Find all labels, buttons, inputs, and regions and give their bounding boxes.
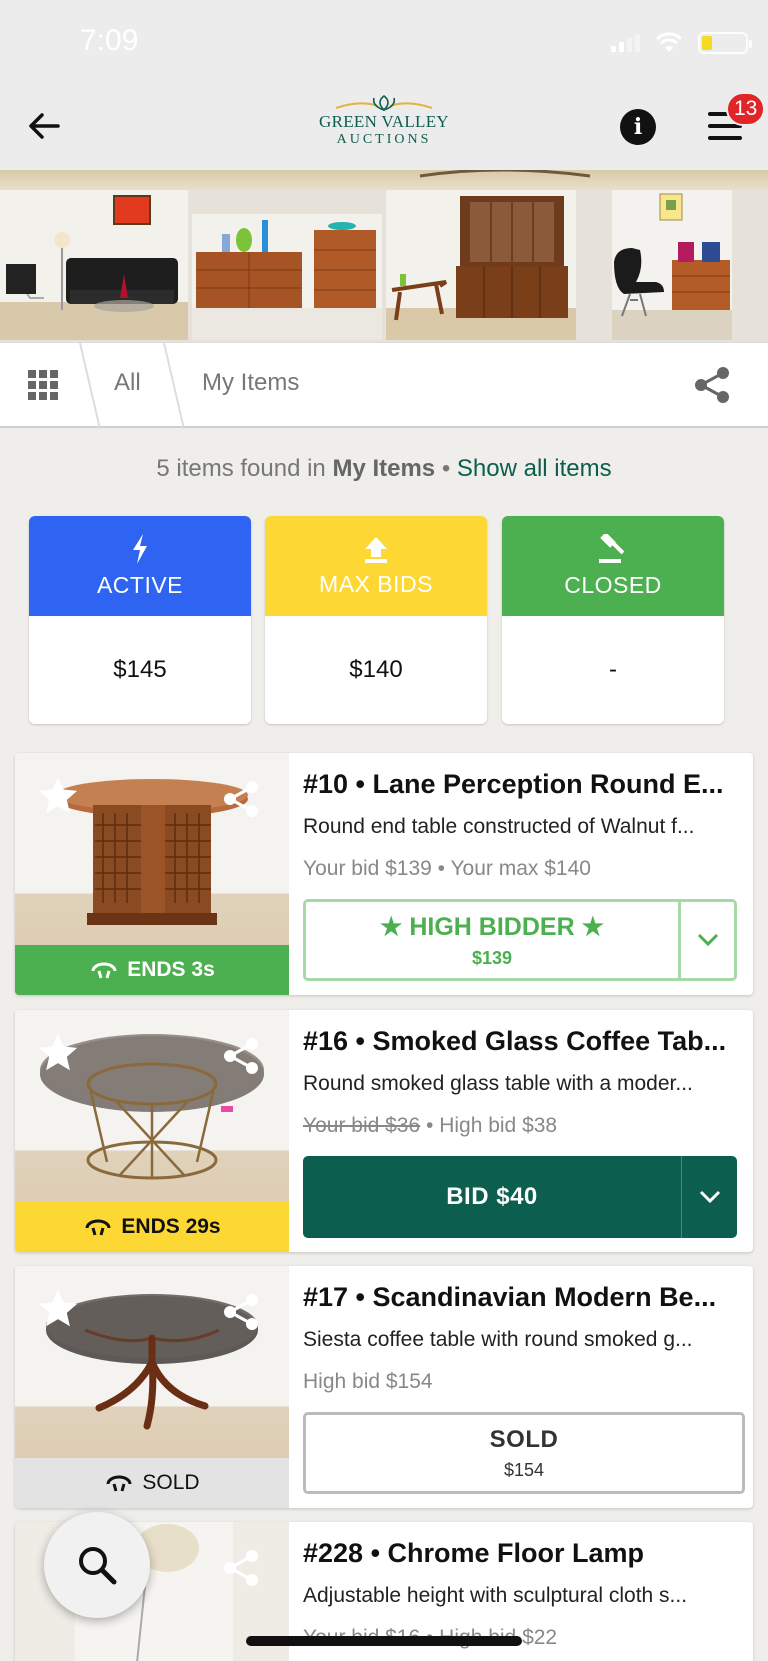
lot-title[interactable]: #16 • Smoked Glass Coffee Tab... — [303, 1026, 733, 1057]
lot-description: Siesta coffee table with round smoked g.… — [303, 1328, 693, 1351]
stat-active-label: ACTIVE — [96, 571, 184, 598]
favorite-star-icon[interactable] — [35, 1286, 81, 1332]
share-icon[interactable] — [221, 1036, 261, 1076]
lot-photo[interactable]: SOLD — [15, 1266, 289, 1508]
high-bidder-amount: $139 — [471, 947, 513, 968]
back-button[interactable] — [24, 106, 64, 146]
stat-card-closed[interactable]: CLOSED - — [502, 516, 724, 724]
photo-thumb-1[interactable] — [0, 190, 188, 340]
share-icon[interactable] — [221, 779, 261, 819]
high-bidder-label: ★ HIGH BIDDER ★ — [380, 912, 604, 941]
gavel-swing-icon — [91, 962, 117, 979]
share-icon[interactable] — [221, 1548, 261, 1588]
stat-active-value: $145 — [113, 656, 167, 683]
summary-text: 5 items found in — [156, 455, 326, 482]
sold-label: SOLD — [489, 1425, 559, 1453]
results-summary: 5 items found in My Items • Show all ite… — [0, 455, 768, 483]
bid-button[interactable]: BID $40 — [303, 1156, 737, 1238]
status-time: 7:09 — [80, 24, 139, 57]
photo-thumb-3[interactable] — [386, 190, 576, 340]
stat-card-active[interactable]: ACTIVE $145 — [29, 516, 251, 724]
countdown-text: ENDS 3s — [127, 958, 215, 981]
notification-badge: 13 — [726, 92, 766, 126]
arrow-left-icon — [29, 113, 60, 139]
status-icons — [611, 32, 752, 54]
hero-image-edge — [0, 170, 768, 190]
sold-status-button[interactable]: SOLD $154 — [303, 1412, 745, 1494]
stat-closed-label: CLOSED — [564, 571, 662, 598]
chevron-down-icon — [697, 933, 718, 947]
auction-photo-strip[interactable] — [0, 170, 768, 342]
gavel-swing-icon — [106, 1475, 132, 1492]
stat-card-max-bids[interactable]: MAX BIDS $140 — [265, 516, 487, 724]
info-icon: i — [633, 114, 643, 140]
gavel-icon — [599, 533, 625, 563]
countdown-text: ENDS 29s — [121, 1215, 221, 1238]
lot-photo[interactable]: ENDS 29s — [15, 1010, 289, 1252]
lot-title[interactable]: #17 • Scandinavian Modern Be... — [303, 1282, 733, 1313]
bid-options-dropdown[interactable] — [681, 1156, 737, 1238]
share-icon[interactable] — [221, 1292, 261, 1332]
lightning-icon — [133, 533, 147, 564]
bid-info: Your bid $36 • High bid $38 — [303, 1114, 733, 1138]
bid-info: Your bid $139 • Your max $140 — [303, 857, 591, 880]
stat-max-bids-header: MAX BIDS — [265, 516, 487, 616]
chevron-down-icon — [699, 1190, 720, 1204]
lot-photo[interactable]: ENDS 3s — [15, 753, 289, 995]
logo-text-line2: AUCTIONS — [336, 132, 432, 147]
filter-tab-bar: All My Items — [0, 342, 768, 429]
previous-bid: Your bid $36 — [303, 1114, 421, 1137]
countdown-banner: SOLD — [15, 1458, 289, 1508]
stat-closed-value: - — [609, 656, 617, 683]
bid-button-label: BID $40 — [446, 1183, 538, 1210]
logo-text-line1: GREEN VALLEY — [319, 112, 449, 131]
countdown-text: SOLD — [142, 1471, 200, 1494]
lot-description: Round end table constructed of Walnut f.… — [303, 815, 695, 838]
lot-card[interactable]: ENDS 3s #10 • Lane Perception Round E...… — [15, 753, 753, 995]
high-bidder-button[interactable]: ★ HIGH BIDDER ★ $139 — [303, 899, 737, 981]
high-bid: • High bid $38 — [420, 1114, 558, 1137]
logo-flower-icon — [335, 94, 433, 112]
bid-info: High bid $154 — [303, 1370, 433, 1393]
bid-options-dropdown[interactable] — [678, 902, 734, 978]
upload-arrow-icon — [365, 536, 387, 563]
info-button[interactable]: i — [620, 109, 656, 145]
photo-thumb-4[interactable] — [580, 190, 768, 340]
photo-thumb-2[interactable] — [192, 190, 382, 340]
search-icon — [79, 1547, 117, 1585]
lot-description: Adjustable height with sculptural cloth … — [303, 1584, 688, 1607]
sold-amount: $154 — [503, 1459, 545, 1480]
stat-max-bids-value: $140 — [349, 656, 403, 683]
tab-all[interactable]: All — [114, 369, 141, 397]
tab-my-items[interactable]: My Items — [202, 369, 299, 397]
signal-icon — [611, 34, 640, 52]
battery-icon — [698, 32, 752, 54]
favorite-star-icon[interactable] — [35, 773, 81, 819]
countdown-banner: ENDS 3s — [15, 945, 289, 995]
search-fab[interactable] — [44, 1512, 150, 1618]
lot-description: Round smoked glass table with a moder... — [303, 1072, 693, 1095]
summary-scope: My Items — [332, 455, 436, 482]
lot-card[interactable]: SOLD #17 • Scandinavian Modern Be... Sie… — [15, 1266, 753, 1508]
tab-divider — [79, 343, 101, 429]
home-indicator[interactable] — [246, 1636, 522, 1646]
grid-view-icon[interactable] — [28, 370, 58, 400]
show-all-items-link[interactable]: Show all items — [457, 455, 612, 482]
summary-separator: • — [441, 455, 451, 482]
favorite-star-icon[interactable] — [35, 1030, 81, 1076]
app-header: 7:09 GREEN VALLEY AUCTIONS i 13 — [0, 0, 768, 170]
countdown-banner: ENDS 29s — [15, 1202, 289, 1252]
wifi-icon — [655, 32, 683, 52]
stat-closed-header: CLOSED — [502, 516, 724, 616]
lot-card[interactable]: ENDS 29s #16 • Smoked Glass Coffee Tab..… — [15, 1010, 753, 1252]
tab-divider — [163, 343, 185, 429]
green-valley-logo[interactable]: GREEN VALLEY AUCTIONS — [318, 94, 450, 154]
stat-active-header: ACTIVE — [29, 516, 251, 616]
lot-title[interactable]: #10 • Lane Perception Round E... — [303, 769, 733, 800]
share-icon[interactable] — [692, 365, 732, 405]
lot-title[interactable]: #228 • Chrome Floor Lamp — [303, 1538, 733, 1569]
gavel-swing-icon — [85, 1219, 111, 1236]
stat-max-bids-label: MAX BIDS — [319, 570, 433, 597]
